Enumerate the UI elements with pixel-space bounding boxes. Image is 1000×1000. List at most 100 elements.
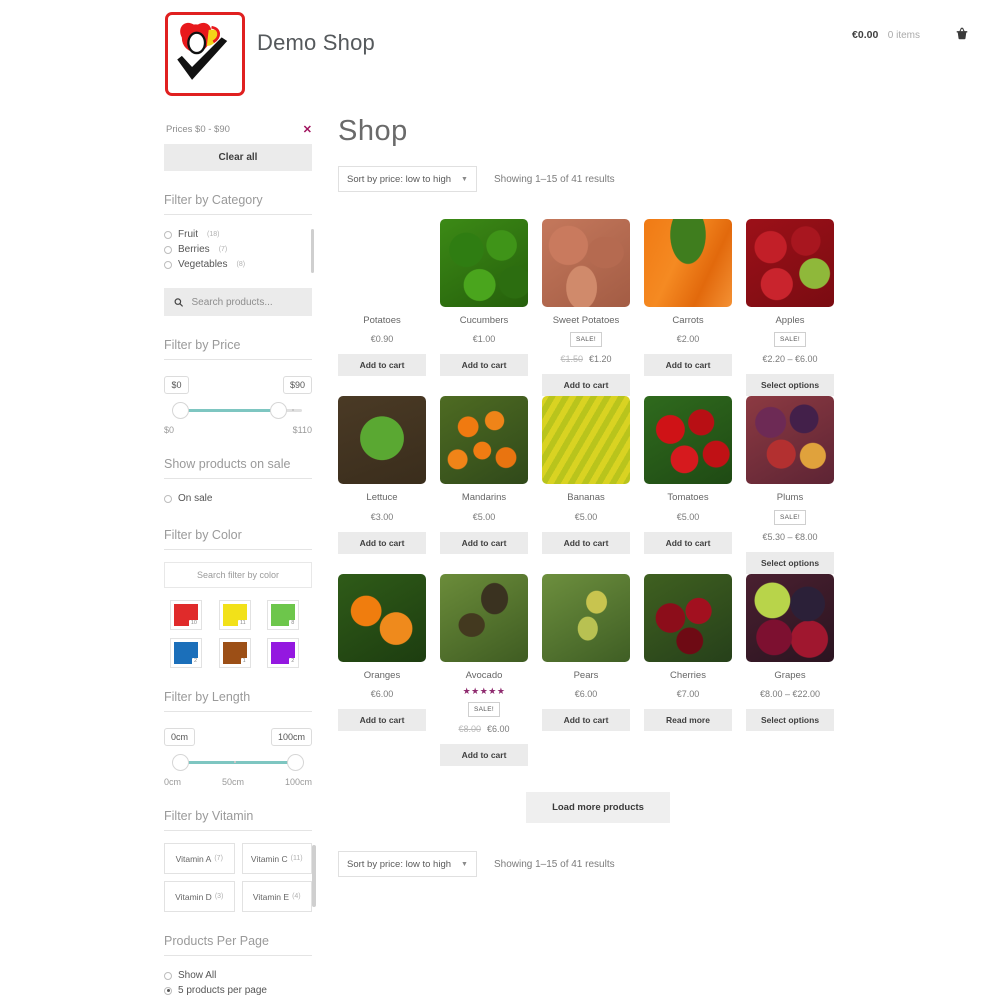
product-image[interactable] [644,219,732,307]
category-option-fruit[interactable]: Fruit (18) [164,227,312,242]
length-axis-min: 0cm [164,777,182,787]
search-input[interactable] [191,296,302,308]
color-search-input[interactable] [165,570,311,580]
product-action-button[interactable]: Add to cart [338,354,426,377]
product-name[interactable]: Sweet Potatoes [542,315,630,327]
product-search-box[interactable] [164,288,312,316]
vitamin-chip-e[interactable]: Vitamin E (4) [241,881,312,912]
radio-icon[interactable] [164,494,172,503]
length-handle-min[interactable] [172,754,189,771]
radio-icon[interactable] [164,986,172,995]
product-image[interactable] [746,396,834,485]
product-image[interactable] [440,219,528,307]
product-action-button[interactable]: Select options [746,374,834,397]
price-slider[interactable]: $0 $90 $0 $110 [164,372,312,435]
color-swatch-blue[interactable]: 2 [170,638,202,668]
product-name[interactable]: Grapes [746,670,834,682]
color-swatch-brown[interactable]: 1 [218,638,251,668]
product-action-button[interactable]: Select options [746,709,834,732]
product-name[interactable]: Cherries [644,670,732,682]
radio-icon[interactable] [164,260,172,269]
per-page-label: 5 products per page [178,985,267,996]
close-x-icon[interactable]: ✕ [303,123,312,136]
product-current-price: €0.90 [370,334,394,345]
product-name[interactable]: Carrots [644,315,732,327]
length-axis-max: 100cm [284,777,312,787]
active-filter-chip: Prices $0 - $90 ✕ [164,120,312,144]
radio-icon[interactable] [164,230,172,239]
product-action-button[interactable]: Add to cart [440,354,528,377]
product-name[interactable]: Mandarins [440,492,528,504]
category-option-berries[interactable]: Berries (7) [164,242,312,257]
product-name[interactable]: Cucumbers [440,315,528,327]
product-action-button[interactable]: Add to cart [644,531,732,554]
length-handle-max[interactable] [287,754,304,771]
color-swatch-yellow[interactable]: 11 [218,600,251,630]
product-action-button[interactable]: Add to cart [338,709,426,732]
vitamin-chip-d[interactable]: Vitamin D (3) [164,881,235,912]
product-action-button[interactable]: Read more [644,709,732,732]
load-more-products-button[interactable]: Load more products [526,792,670,824]
sale-badge: SALE! [774,509,806,525]
length-slider[interactable]: 0cm 100cm 0cm 50cm 100cm [164,724,312,787]
product-action-button[interactable]: Add to cart [338,531,426,554]
per-page-option-5[interactable]: 5 products per page [164,983,312,998]
product-image[interactable] [542,396,630,485]
vitamin-chip-a[interactable]: Vitamin A (7) [164,843,235,874]
on-sale-option[interactable]: On sale [164,491,312,506]
product-name[interactable]: Avocado [440,670,528,682]
product-image[interactable] [338,573,426,662]
product-name[interactable]: Tomatoes [644,492,732,504]
product-image[interactable] [440,573,528,662]
color-search-box[interactable] [164,562,312,588]
cart-area[interactable]: €0.00 0 items [852,25,970,43]
product-name[interactable]: Apples [746,315,834,327]
product-action-button[interactable]: Add to cart [644,354,732,377]
vitamin-scrollbar[interactable] [312,845,316,907]
per-page-option-all[interactable]: Show All [164,968,312,983]
product-image[interactable] [542,219,630,307]
product-action-button[interactable]: Add to cart [542,374,630,397]
radio-icon[interactable] [164,245,172,254]
sort-select-top[interactable]: Sort by price: low to high ▼ [338,166,477,192]
clear-all-button[interactable]: Clear all [164,144,312,171]
filters-sidebar: Prices $0 - $90 ✕ Clear all Filter by Ca… [164,120,316,1000]
product-action-button[interactable]: Add to cart [542,531,630,554]
shopping-basket-icon[interactable] [954,26,970,42]
site-logo[interactable] [165,12,245,96]
color-swatch-purple[interactable]: 2 [267,638,300,668]
product-image[interactable] [542,573,630,662]
radio-icon[interactable] [164,971,172,980]
product-name[interactable]: Bananas [542,492,630,504]
product-image[interactable] [644,396,732,485]
product-action-button[interactable]: Add to cart [440,744,528,767]
product-price: €0.90 [338,334,426,344]
product-image[interactable] [338,219,426,307]
cart-summary[interactable]: €0.00 0 items [852,25,920,43]
product-name[interactable]: Oranges [338,670,426,682]
product-current-price: €2.20 – €6.00 [762,354,818,365]
product-image[interactable] [644,573,732,662]
length-min-bubble: 0cm [164,728,196,746]
color-swatch-green[interactable]: 8 [267,600,300,630]
product-image[interactable] [746,573,834,662]
vitamin-chip-c[interactable]: Vitamin C (11) [241,843,312,874]
product-image[interactable] [746,219,834,307]
product-action-button[interactable]: Add to cart [542,709,630,732]
product-name[interactable]: Plums [746,492,834,504]
sort-select-bottom[interactable]: Sort by price: low to high ▼ [338,851,477,878]
product-name[interactable]: Pears [542,670,630,682]
product-current-price: €8.00 – €22.00 [759,689,821,700]
product-image[interactable] [440,396,528,485]
price-handle-max[interactable] [270,402,287,419]
category-scrollbar[interactable] [311,229,314,273]
product-name[interactable]: Potatoes [338,315,426,327]
product-image[interactable] [338,396,426,485]
product-name[interactable]: Lettuce [338,492,426,504]
product-current-price: €3.00 [370,511,394,522]
color-swatch-red[interactable]: 10 [170,600,202,630]
category-option-vegetables[interactable]: Vegetables (8) [164,257,312,272]
product-action-button[interactable]: Add to cart [440,531,528,554]
product-action-button[interactable]: Select options [746,551,834,574]
price-handle-min[interactable] [172,402,189,419]
